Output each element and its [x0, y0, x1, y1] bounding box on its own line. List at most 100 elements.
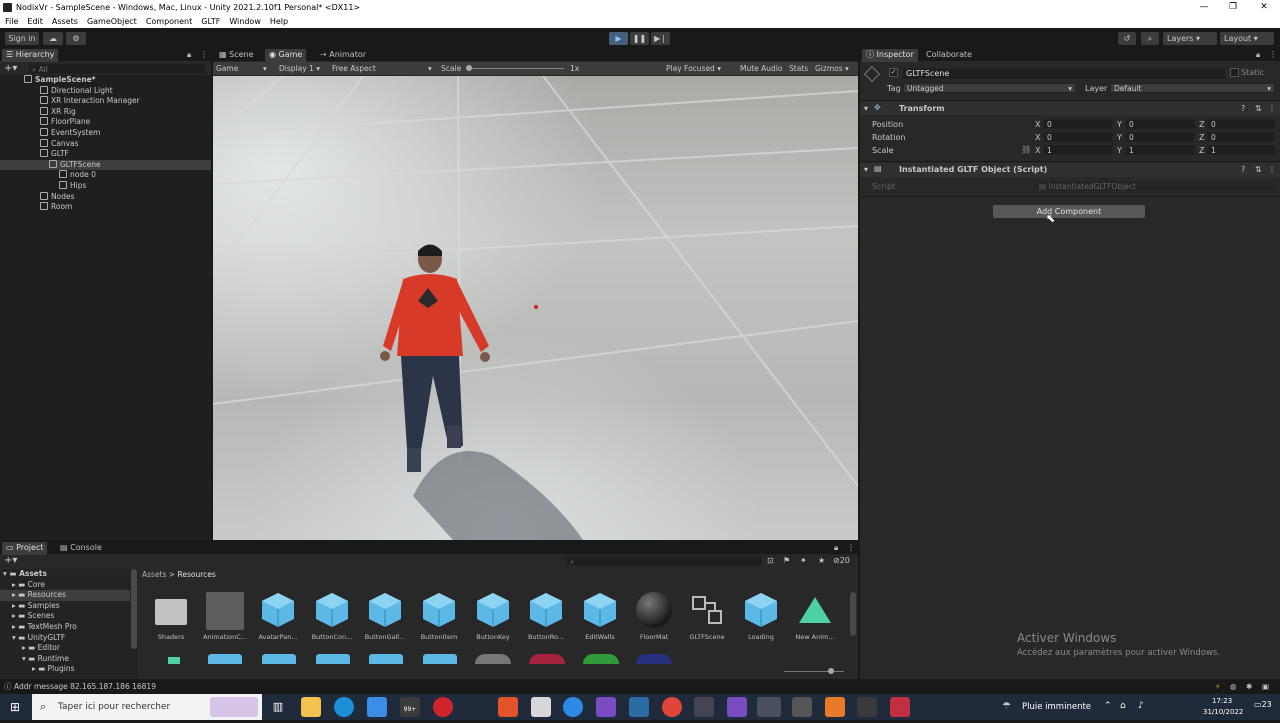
folder-resources[interactable]: ▸ ▬ Resources	[0, 590, 130, 601]
asset-buttonro[interactable]: ButtonRo...	[520, 589, 572, 645]
windows-start-icon[interactable]: ⊞	[10, 700, 20, 714]
component-menu-icon[interactable]: ⋮	[1268, 104, 1276, 113]
app-icon[interactable]	[563, 697, 583, 717]
menu-help[interactable]: Help	[270, 15, 288, 28]
script-component-header[interactable]: ▾ ▤ Instantiated GLTF Object (Script) ? …	[860, 163, 1280, 177]
foldout-arrow-icon[interactable]: ▾	[864, 165, 868, 174]
filter-type-icon[interactable]: ⊡	[767, 556, 774, 565]
network-icon[interactable]: ⌂	[1120, 701, 1126, 711]
history-icon[interactable]: ↺	[1118, 32, 1136, 45]
hierarchy-item-xr-interaction-manager[interactable]: XR Interaction Manager	[40, 96, 140, 107]
menu-gameobject[interactable]: GameObject	[87, 15, 137, 28]
hierarchy-item-hips[interactable]: Hips	[59, 181, 86, 192]
tab-hierarchy[interactable]: ☰ Hierarchy	[2, 49, 59, 62]
task-view-icon[interactable]: ▥	[268, 697, 288, 717]
folder-textmesh-pro[interactable]: ▸ ▬ TextMesh Pro	[12, 622, 77, 633]
component-menu-icon[interactable]: ⋮	[1268, 165, 1276, 174]
foldout-arrow-icon[interactable]: ▾	[864, 104, 868, 113]
tab-project[interactable]: ▭ Project	[2, 542, 48, 555]
tag-dropdown[interactable]: Untagged ▾	[903, 83, 1076, 93]
hierarchy-item-xr-rig[interactable]: XR Rig	[40, 106, 76, 118]
hierarchy-item-gltf[interactable]: GLTF	[40, 149, 69, 160]
clock-time[interactable]: 17:23	[1212, 697, 1232, 705]
stats-toggle[interactable]: Stats	[789, 62, 808, 75]
cache-icon[interactable]: ◍	[1230, 680, 1237, 694]
add-icon[interactable]: +▾	[4, 555, 17, 566]
tab-collaborate[interactable]: Collaborate	[922, 49, 976, 62]
position-z-field[interactable]: 0	[1207, 119, 1275, 129]
gizmos-dropdown[interactable]: Gizmos ▾	[815, 62, 849, 75]
menu-file[interactable]: File	[5, 15, 18, 28]
mute-audio-toggle[interactable]: Mute Audio	[740, 62, 782, 75]
pause-button[interactable]: ❚❚	[630, 32, 649, 45]
progress-icon[interactable]: ⚡	[1215, 680, 1220, 694]
folder-unitygltf[interactable]: ▾ ▬ UnityGLTF	[12, 633, 65, 644]
add-icon[interactable]: +▾	[4, 63, 17, 74]
folder-plugins[interactable]: ▸ ▬ Plugins	[32, 664, 75, 675]
unity-taskbar-icon[interactable]	[757, 697, 781, 717]
menu-dots-icon[interactable]: ⋮	[847, 542, 855, 554]
lock-icon[interactable]: 🔒︎	[834, 542, 838, 554]
taskbar-search-input[interactable]: ⌕ Taper ici pour rechercher	[32, 694, 262, 720]
volume-icon[interactable]: ♪	[1138, 701, 1144, 711]
folder-scenes[interactable]: ▸ ▬ Scenes	[12, 611, 54, 622]
position-y-field[interactable]: 0	[1125, 119, 1195, 129]
display-mode-dropdown[interactable]: Game	[216, 62, 238, 75]
rotation-z-field[interactable]: 0	[1207, 132, 1275, 142]
lock-icon[interactable]: 🔒︎	[187, 49, 191, 61]
sign-in-button[interactable]: Sign in	[5, 32, 39, 45]
help-icon[interactable]: ?	[1241, 104, 1245, 113]
folder-editor[interactable]: ▸ ▬ Editor	[22, 643, 60, 654]
preset-icon[interactable]: ⇅	[1255, 104, 1262, 113]
minimize-icon[interactable]: —	[1190, 0, 1218, 15]
hierarchy-search-input[interactable]: ⌕ All	[28, 64, 206, 74]
mode-icon[interactable]: ▣	[1262, 680, 1269, 694]
asset-buttoncon[interactable]: ButtonCon...	[306, 589, 358, 645]
folder-runtime[interactable]: ▾ ▬ Runtime	[22, 654, 69, 665]
scale-x-field[interactable]: 1	[1043, 145, 1113, 155]
tab-game[interactable]: ◉ Game	[265, 49, 307, 62]
star-icon[interactable]: ✦	[800, 556, 807, 565]
project-search-input[interactable]: ⌕	[566, 556, 762, 566]
visual-studio-icon[interactable]	[727, 697, 747, 717]
folder-scrollbar[interactable]	[131, 569, 137, 649]
layer-dropdown[interactable]: Default ▾	[1110, 83, 1275, 93]
icon-size-slider[interactable]	[784, 671, 844, 672]
menu-dots-icon[interactable]: ⋮	[200, 49, 208, 61]
asset-buttonitem[interactable]: ButtonItem	[413, 589, 465, 645]
asset-editwalls[interactable]: EditWalls	[574, 589, 626, 645]
maximize-icon[interactable]: ❐	[1219, 0, 1247, 15]
transform-header[interactable]: ▾ ✥ Transform ? ⇅ ⋮	[860, 102, 1280, 115]
display-dropdown[interactable]: Display 1 ▾	[279, 62, 320, 75]
breadcrumb-assets[interactable]: Assets	[142, 570, 166, 579]
preset-icon[interactable]: ⇅	[1255, 165, 1262, 174]
asset-gltfscene[interactable]: GLTFScene	[681, 589, 733, 645]
app-icon[interactable]	[694, 697, 714, 717]
assets-scrollbar[interactable]	[850, 592, 856, 636]
app-icon[interactable]	[890, 697, 910, 717]
folder-samples[interactable]: ▸ ▬ Samples	[12, 601, 60, 612]
aspect-dropdown[interactable]: Free Aspect	[332, 62, 376, 75]
layout-dropdown[interactable]: Layout ▾	[1220, 32, 1274, 45]
menu-gltf[interactable]: GLTF	[201, 15, 220, 28]
rotation-y-field[interactable]: 0	[1125, 132, 1195, 142]
chevron-up-icon[interactable]: ⌃	[1104, 701, 1112, 711]
menu-component[interactable]: Component	[146, 15, 192, 28]
store-icon[interactable]	[367, 697, 387, 717]
tab-scene[interactable]: ▦ Scene	[215, 49, 258, 62]
opera-icon[interactable]	[433, 697, 453, 717]
weather-text[interactable]: Pluie imminente	[1022, 702, 1091, 712]
status-message[interactable]: Addr message 82.165.187.186 16819	[14, 680, 156, 694]
close-icon[interactable]: ✕	[1250, 0, 1278, 15]
add-component-button[interactable]: Add Component	[993, 205, 1145, 218]
hierarchy-item-floorplane[interactable]: FloorPlane	[40, 117, 90, 128]
lock-icon[interactable]: 🔒︎	[1256, 49, 1260, 61]
folder-core[interactable]: ▸ ▬ Core	[12, 580, 45, 591]
play-focused-dropdown[interactable]: Play Focused ▾	[666, 62, 721, 75]
scale-y-field[interactable]: 1	[1125, 145, 1195, 155]
asset-buttongall[interactable]: ButtonGall...	[359, 589, 411, 645]
filter-label-icon[interactable]: ⚑	[783, 556, 790, 565]
scale-z-field[interactable]: 1	[1207, 145, 1275, 155]
asset-animationcontroller[interactable]: AnimationC...	[199, 589, 251, 645]
scale-slider-handle[interactable]	[466, 65, 472, 71]
